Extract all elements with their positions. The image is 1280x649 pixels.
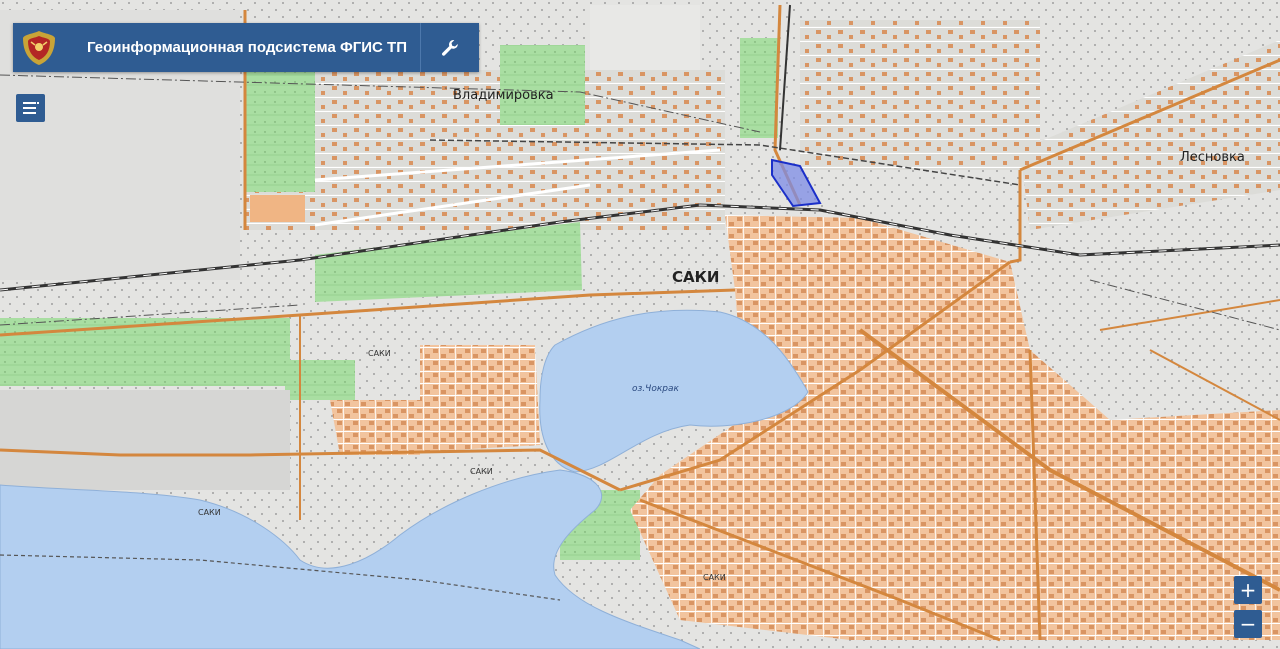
- village-area: [800, 20, 1040, 170]
- green-area: [0, 318, 290, 386]
- place-label-saki: САКИ: [368, 349, 391, 358]
- coat-of-arms-icon: [17, 26, 61, 70]
- place-label-saki: САКИ: [198, 508, 221, 517]
- place-label-saki: САКИ: [470, 467, 493, 476]
- map-canvas[interactable]: САКИ Владимировка Лесновка оз.Чокрак САК…: [0, 0, 1280, 649]
- tools-button[interactable]: [420, 23, 479, 72]
- urban-area: [420, 345, 540, 452]
- layers-menu-button[interactable]: [16, 94, 45, 122]
- app-header: Геоинформационная подсистема ФГИС ТП: [13, 23, 479, 72]
- industrial-area: [0, 390, 290, 490]
- village-label-lesnovka: Лесновка: [1180, 150, 1245, 165]
- green-area: [285, 360, 355, 400]
- zoom-out-button[interactable]: −: [1234, 610, 1262, 638]
- urban-area: [330, 400, 420, 455]
- zoom-in-button[interactable]: +: [1234, 576, 1262, 604]
- green-area: [740, 38, 778, 138]
- lake-label: оз.Чокрак: [632, 384, 679, 394]
- urban-area: [250, 195, 305, 222]
- place-label-saki: САКИ: [703, 573, 726, 582]
- app-title: Геоинформационная подсистема ФГИС ТП: [87, 39, 407, 56]
- green-area: [245, 72, 315, 192]
- layers-menu-icon: [22, 102, 39, 114]
- wrench-icon: [442, 39, 458, 56]
- green-area: [500, 45, 585, 125]
- city-label-saki: САКИ: [672, 268, 719, 286]
- village-label-vladimirovka: Владимировка: [453, 88, 554, 103]
